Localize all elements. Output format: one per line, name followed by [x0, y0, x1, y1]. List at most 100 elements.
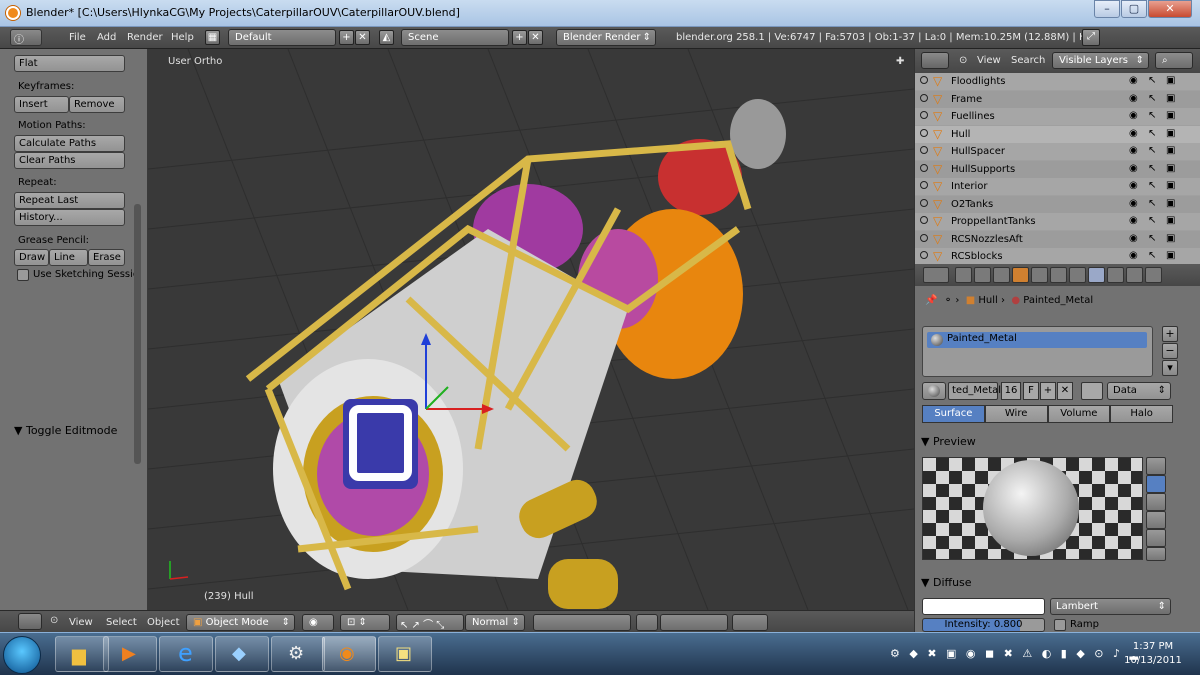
selectable-cursor-icon[interactable]: ↖ — [1148, 250, 1156, 261]
close-button[interactable]: ✕ — [1148, 0, 1192, 18]
outliner-row[interactable]: ▽ RCSblocks ◉ ↖ ▣ — [915, 248, 1200, 265]
dot-menu-icon[interactable]: ⊙ — [50, 615, 58, 626]
tab-scene-icon[interactable] — [974, 267, 991, 283]
expand-icon[interactable] — [920, 111, 928, 119]
browse-material-button[interactable] — [922, 382, 946, 400]
material-slot-list[interactable]: Painted_Metal — [922, 326, 1153, 377]
renderable-camera-icon[interactable]: ▣ — [1166, 145, 1175, 156]
add-screen-button[interactable]: + — [339, 30, 354, 45]
intensity-slider[interactable]: Intensity: 0.800 — [922, 618, 1045, 632]
link-select[interactable]: Data ⇕ — [1107, 382, 1171, 400]
menu-render[interactable]: Render — [127, 32, 163, 43]
tab-surface[interactable]: Surface — [922, 405, 985, 423]
slot-specials-button[interactable]: ▾ — [1162, 360, 1178, 376]
outliner-row[interactable]: ▽ RCSNozzlesAft ◉ ↖ ▣ — [915, 230, 1200, 248]
preview-panel-header[interactable]: ▼ Preview — [921, 435, 976, 448]
pivot-select[interactable]: ⊡ ⇕ — [340, 614, 390, 631]
visibility-eye-icon[interactable]: ◉ — [1129, 145, 1138, 156]
expand-icon[interactable] — [920, 163, 928, 172]
paint-taskbar-icon[interactable]: ▣ — [378, 636, 432, 672]
new-material-button[interactable]: + — [1040, 382, 1056, 400]
snap-buttons[interactable] — [660, 614, 728, 631]
toggle-editmode-panel-header[interactable]: ▼ Toggle Editmode — [8, 421, 139, 439]
menu-select[interactable]: Select — [106, 617, 137, 628]
tab-modifiers-icon[interactable] — [1050, 267, 1067, 283]
history-button[interactable]: History... — [14, 209, 125, 226]
dot-menu-icon[interactable]: ⊙ — [959, 55, 967, 66]
renderable-camera-icon[interactable]: ▣ — [1166, 180, 1175, 191]
material-slot-item[interactable]: Painted_Metal — [927, 332, 1147, 348]
expand-icon[interactable] — [920, 76, 928, 84]
material-name-field[interactable]: ted_Metal — [948, 382, 1001, 400]
fullscreen-icon[interactable]: ⤢ — [1082, 29, 1100, 46]
tab-texture-icon[interactable] — [1107, 267, 1124, 283]
selectable-cursor-icon[interactable]: ↖ — [1148, 233, 1156, 244]
steam-taskbar-icon[interactable]: ⚙ — [271, 636, 325, 672]
scene-icon[interactable]: ◭ — [379, 30, 394, 45]
tab-object-icon[interactable] — [1012, 267, 1029, 283]
visibility-eye-icon[interactable]: ◉ — [1129, 180, 1138, 191]
app-taskbar-icon[interactable]: ◆ — [215, 636, 269, 672]
renderable-camera-icon[interactable]: ▣ — [1166, 198, 1175, 209]
corner-widget-icon[interactable]: ✚ — [896, 56, 904, 67]
selectable-cursor-icon[interactable]: ↖ — [1148, 198, 1156, 209]
link-icon[interactable] — [1081, 382, 1103, 400]
renderable-camera-icon[interactable]: ▣ — [1166, 75, 1175, 86]
visibility-eye-icon[interactable]: ◉ — [1129, 198, 1138, 209]
render-engine-select[interactable]: Blender Render ⇕ — [556, 29, 656, 46]
selectable-cursor-icon[interactable]: ↖ — [1148, 93, 1156, 104]
expand-icon[interactable] — [920, 216, 928, 224]
expand-icon[interactable] — [920, 181, 928, 189]
outliner-row[interactable]: ▽ Hull ◉ ↖ ▣ — [915, 125, 1200, 143]
visibility-eye-icon[interactable]: ◉ — [1129, 250, 1138, 261]
expand-icon[interactable] — [920, 233, 928, 242]
remove-slot-button[interactable]: − — [1162, 343, 1178, 359]
visibility-eye-icon[interactable]: ◉ — [1129, 110, 1138, 121]
users-count-button[interactable]: 16 — [1001, 382, 1021, 400]
preview-sphere-button[interactable] — [1146, 475, 1166, 493]
outliner-search-field[interactable]: ⌕ — [1155, 52, 1193, 69]
menu-view[interactable]: View — [69, 617, 93, 628]
blender-taskbar-icon[interactable]: ◉ — [322, 636, 376, 672]
outliner-menu-view[interactable]: View — [977, 55, 1001, 66]
expand-icon[interactable] — [920, 128, 928, 137]
maximize-button[interactable]: ▢ — [1121, 0, 1147, 18]
internet-explorer-taskbar-icon[interactable]: e — [159, 636, 213, 672]
outliner-type-icon[interactable] — [921, 52, 949, 69]
tab-data-icon[interactable] — [1069, 267, 1086, 283]
tab-render-icon[interactable] — [955, 267, 972, 283]
visibility-eye-icon[interactable]: ◉ — [1129, 215, 1138, 226]
preview-flat-button[interactable] — [1146, 457, 1166, 475]
grease-erase-button[interactable]: Erase — [88, 249, 125, 266]
render-buttons[interactable] — [732, 614, 768, 631]
repeat-last-button[interactable]: Repeat Last — [14, 192, 125, 209]
insert-keyframe-button[interactable]: Insert — [14, 96, 69, 113]
outliner-row[interactable]: ▽ HullSpacer ◉ ↖ ▣ — [915, 143, 1200, 160]
add-slot-button[interactable]: + — [1162, 326, 1178, 342]
shade-flat-button[interactable]: Flat — [14, 55, 125, 72]
remove-keyframe-button[interactable]: Remove — [69, 96, 125, 113]
preview-hair-button[interactable] — [1146, 529, 1166, 547]
expand-icon[interactable] — [920, 198, 928, 207]
outliner-row[interactable]: ▽ Frame ◉ ↖ ▣ — [915, 90, 1200, 108]
properties-type-icon[interactable] — [923, 267, 949, 283]
preview-monkey-button[interactable] — [1146, 511, 1166, 529]
selectable-cursor-icon[interactable]: ↖ — [1148, 215, 1156, 226]
3d-viewport[interactable]: User Ortho ✚ (239) Hull — [148, 49, 914, 610]
explorer-taskbar-icon[interactable]: ▆ — [55, 636, 109, 672]
grease-draw-button[interactable]: Draw — [14, 249, 49, 266]
minimize-button[interactable]: – — [1094, 0, 1120, 18]
clear-paths-button[interactable]: Clear Paths — [14, 152, 125, 169]
tab-constraints-icon[interactable] — [1031, 267, 1048, 283]
screen-layout-field[interactable]: Default — [228, 29, 336, 46]
selectable-cursor-icon[interactable]: ↖ — [1148, 110, 1156, 121]
visibility-eye-icon[interactable]: ◉ — [1129, 75, 1138, 86]
renderable-camera-icon[interactable]: ▣ — [1166, 128, 1175, 139]
expand-icon[interactable] — [920, 93, 928, 102]
tab-volume[interactable]: Volume — [1047, 405, 1111, 423]
menu-help[interactable]: Help — [171, 32, 194, 43]
tab-particles-icon[interactable] — [1126, 267, 1143, 283]
preview-sky-button[interactable] — [1146, 547, 1166, 561]
renderable-camera-icon[interactable]: ▣ — [1166, 215, 1175, 226]
use-sketching-checkbox[interactable] — [17, 269, 29, 281]
